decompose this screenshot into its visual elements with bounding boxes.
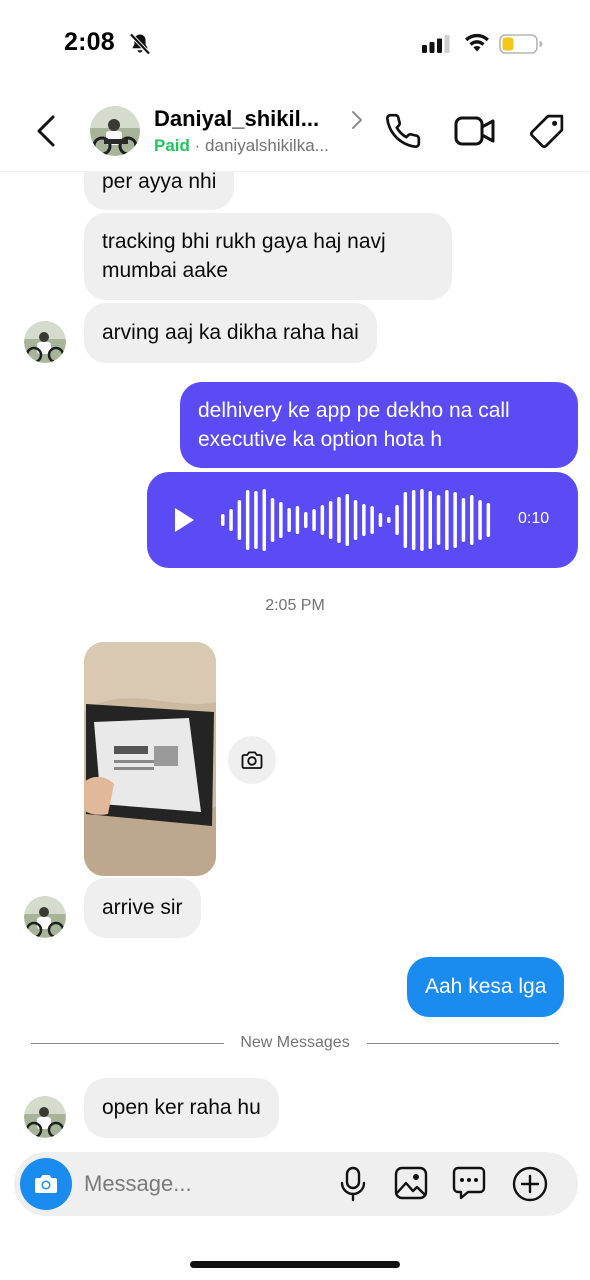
waveform-bar [395,505,399,535]
paid-label: Paid [154,136,190,155]
plus-icon[interactable] [512,1166,548,1202]
play-icon[interactable] [172,506,196,534]
waveform-bar [345,494,349,546]
waveform-bar [411,490,416,550]
message-text: arrive sir [102,896,183,919]
message-line: tracking bhi rukh gaya haj navj [102,230,386,253]
waveform-bar [461,498,466,542]
video-icon[interactable] [454,114,496,148]
voice-message[interactable]: 0:10 [147,472,578,568]
avatar[interactable] [24,896,66,938]
camera-icon [241,751,263,769]
phone-icon[interactable] [384,112,422,150]
status-bar: 2:08 [0,0,590,88]
message-text: open ker raha hu [102,1096,261,1119]
chat-header: Daniyal_shikil... Paid · daniyalshikilka… [0,88,590,172]
message-composer [14,1152,578,1216]
camera-icon [35,1175,57,1193]
message-text: Aah kesa lga [425,975,547,998]
signal-icon [422,35,450,53]
waveform-bar [279,502,283,538]
gallery-icon[interactable] [394,1166,428,1200]
mic-icon[interactable] [340,1166,366,1202]
waveform-bar [387,517,391,523]
subtitle-separator: · [194,136,201,155]
voice-duration: 0:10 [518,510,550,527]
incoming-message[interactable]: arving aaj ka dikha raha hai [84,303,377,363]
waveform-bar [237,500,242,540]
waveform-bar [229,509,233,531]
incoming-message[interactable]: arrive sir [84,878,201,938]
divider-line [367,1043,559,1044]
waveform-bar [403,492,408,548]
contact-username: daniyalshikilka... [205,136,329,155]
message-line: executive ka option hota h [198,428,443,451]
avatar[interactable] [24,321,66,363]
back-icon[interactable] [34,114,60,148]
waveform-bar [378,513,383,527]
bell-slash-icon [129,33,151,55]
home-indicator[interactable] [190,1261,400,1268]
waveform-bar [453,492,457,548]
waveform-bar [478,500,482,540]
camera-reply-button[interactable] [228,736,276,784]
contact-name[interactable]: Daniyal_shikil... [154,106,319,132]
waveform-bar [370,506,374,534]
waveform-bar [328,501,333,539]
incoming-message[interactable]: tracking bhi rukh gaya haj navj mumbai a… [84,213,452,300]
waveform-bar [320,505,325,535]
photo-message[interactable] [84,642,216,876]
status-time: 2:08 [64,28,115,56]
waveform-bar [362,504,366,536]
waveform-bar [287,508,291,532]
waveform-bar [254,491,258,549]
avatar[interactable] [24,1096,66,1138]
outgoing-message[interactable]: delhivery ke app pe dekho na call execut… [180,382,578,468]
waveform-bar [428,491,432,549]
waveform-bar [221,514,225,526]
waveform-bar [470,495,474,545]
battery-icon [499,34,543,54]
message-text: per ayya nhi [102,170,217,193]
waveform-bar [353,500,358,540]
camera-button[interactable] [20,1158,72,1210]
waveform-bar [420,489,424,551]
waveform-bar [445,490,449,550]
tag-icon[interactable] [528,112,566,150]
message-input[interactable] [84,1168,324,1200]
incoming-message[interactable]: open ker raha hu [84,1078,279,1138]
waveform-bar [337,497,341,543]
waveform [221,489,491,551]
waveform-bar [304,512,308,528]
waveform-bar [295,506,300,534]
waveform-bar [262,489,266,551]
waveform-bar [436,495,441,545]
sticker-icon[interactable] [452,1166,486,1200]
message-text: arving aaj ka dikha raha hai [102,321,359,344]
message-line: mumbai aake [102,259,229,282]
waveform-bar [270,498,275,542]
waveform-bar [486,503,491,537]
outgoing-message[interactable]: Aah kesa lga [407,957,565,1017]
waveform-bar [312,509,316,531]
message-line: delhivery ke app pe dekho na call [198,399,510,422]
waveform-bar [245,490,250,550]
contact-subtitle: Paid · daniyalshikilka... [154,136,329,156]
message-timestamp: 2:05 PM [265,597,325,614]
chevron-right-icon[interactable] [350,110,364,130]
avatar[interactable] [90,106,140,156]
wifi-icon [465,33,489,52]
